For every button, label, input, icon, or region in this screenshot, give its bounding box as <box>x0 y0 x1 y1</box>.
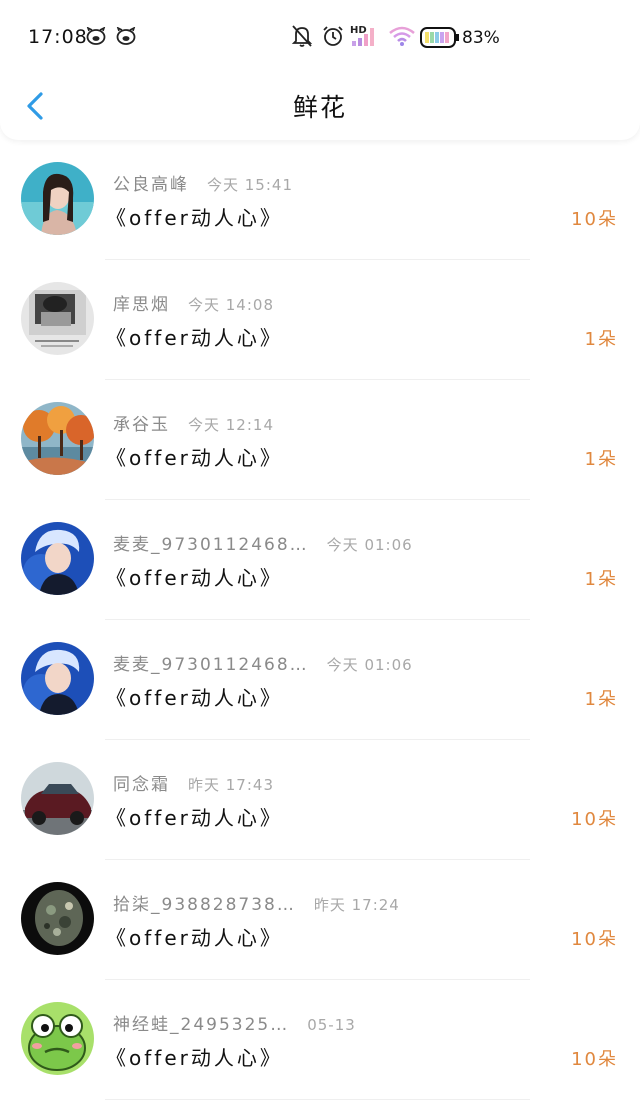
status-bar: 17:08 HD 83% <box>0 0 640 76</box>
flower-count: 10朵 <box>571 809 618 830</box>
flower-count: 1朵 <box>584 449 618 470</box>
send-time: 05-13 <box>307 1016 356 1034</box>
battery-icon <box>420 27 459 48</box>
sender-line: 公良高峰 今天 15:41 <box>113 170 293 195</box>
avatar[interactable] <box>21 762 94 835</box>
avatar[interactable] <box>21 162 94 235</box>
sender-name: 拾柒_938828738… <box>113 895 296 915</box>
gift-title: 《offer动人心》 <box>106 926 283 950</box>
flower-list: 公良高峰 今天 15:41 《offer动人心》 10朵 庠思烟 今天 14:08 … <box>0 140 640 1100</box>
page-title: 鲜花 <box>292 93 347 122</box>
pig-notification-icon <box>116 27 136 45</box>
list-item[interactable]: 拾柒_938828738… 昨天 17:24 《offer动人心》 10朵 <box>0 860 640 980</box>
gift-title: 《offer动人心》 <box>106 326 283 350</box>
battery-percent: 83% <box>462 28 500 48</box>
gift-title: 《offer动人心》 <box>106 566 283 590</box>
flower-count: 1朵 <box>584 569 618 590</box>
send-time: 今天 01:06 <box>326 656 413 674</box>
sender-line: 承谷玉 今天 12:14 <box>113 410 274 435</box>
avatar[interactable] <box>21 642 94 715</box>
send-time: 昨天 17:24 <box>313 896 400 914</box>
avatar[interactable] <box>21 882 94 955</box>
list-item[interactable]: 麦麦_9730112468… 今天 01:06 《offer动人心》 1朵 <box>0 620 640 740</box>
gift-title: 《offer动人心》 <box>106 1046 283 1070</box>
sender-name: 麦麦_9730112468… <box>113 655 309 675</box>
list-item[interactable]: 神经蛙_2495325… 05-13 《offer动人心》 10朵 <box>0 980 640 1100</box>
alarm-icon <box>323 26 343 46</box>
top-bar: 17:08 HD 83% 鲜花 <box>0 0 640 140</box>
pig-notification-icon <box>86 27 106 45</box>
gift-title: 《offer动人心》 <box>106 806 283 830</box>
status-time: 17:08 <box>28 26 88 48</box>
flower-count: 10朵 <box>571 209 618 230</box>
nav-bar: 鲜花 <box>0 76 640 136</box>
send-time: 今天 12:14 <box>188 416 274 434</box>
sender-name: 庠思烟 <box>113 295 170 315</box>
flower-count: 10朵 <box>571 929 618 950</box>
list-item[interactable]: 承谷玉 今天 12:14 《offer动人心》 1朵 <box>0 380 640 500</box>
sender-name: 麦麦_9730112468… <box>113 535 309 555</box>
list-item[interactable]: 同念霜 昨天 17:43 《offer动人心》 10朵 <box>0 740 640 860</box>
gift-title: 《offer动人心》 <box>106 206 283 230</box>
gift-title: 《offer动人心》 <box>106 686 283 710</box>
avatar[interactable] <box>21 522 94 595</box>
wifi-icon <box>389 26 415 46</box>
avatar[interactable] <box>21 1002 94 1075</box>
gift-title: 《offer动人心》 <box>106 446 283 470</box>
list-item[interactable]: 庠思烟 今天 14:08 《offer动人心》 1朵 <box>0 260 640 380</box>
send-time: 昨天 17:43 <box>188 776 274 794</box>
sender-name: 公良高峰 <box>113 175 189 195</box>
avatar[interactable] <box>21 402 94 475</box>
sender-line: 麦麦_9730112468… 今天 01:06 <box>113 650 413 675</box>
sender-line: 麦麦_9730112468… 今天 01:06 <box>113 530 413 555</box>
send-time: 今天 14:08 <box>188 296 274 314</box>
send-time: 今天 15:41 <box>207 176 293 194</box>
flower-count: 1朵 <box>584 329 618 350</box>
flower-count: 10朵 <box>571 1049 618 1070</box>
sender-line: 拾柒_938828738… 昨天 17:24 <box>113 890 400 915</box>
sender-line: 神经蛙_2495325… 05-13 <box>113 1010 356 1035</box>
sender-name: 神经蛙_2495325… <box>113 1015 290 1035</box>
sender-line: 同念霜 昨天 17:43 <box>113 770 274 795</box>
flower-count: 1朵 <box>584 689 618 710</box>
sender-line: 庠思烟 今天 14:08 <box>113 290 274 315</box>
signal-icon <box>352 28 374 46</box>
avatar[interactable] <box>21 282 94 355</box>
list-item[interactable]: 麦麦_9730112468… 今天 01:06 《offer动人心》 1朵 <box>0 500 640 620</box>
send-time: 今天 01:06 <box>326 536 413 554</box>
list-item[interactable]: 公良高峰 今天 15:41 《offer动人心》 10朵 <box>0 140 640 260</box>
sender-name: 同念霜 <box>113 775 170 795</box>
muted-bell-icon <box>291 25 313 47</box>
sender-name: 承谷玉 <box>113 415 170 435</box>
